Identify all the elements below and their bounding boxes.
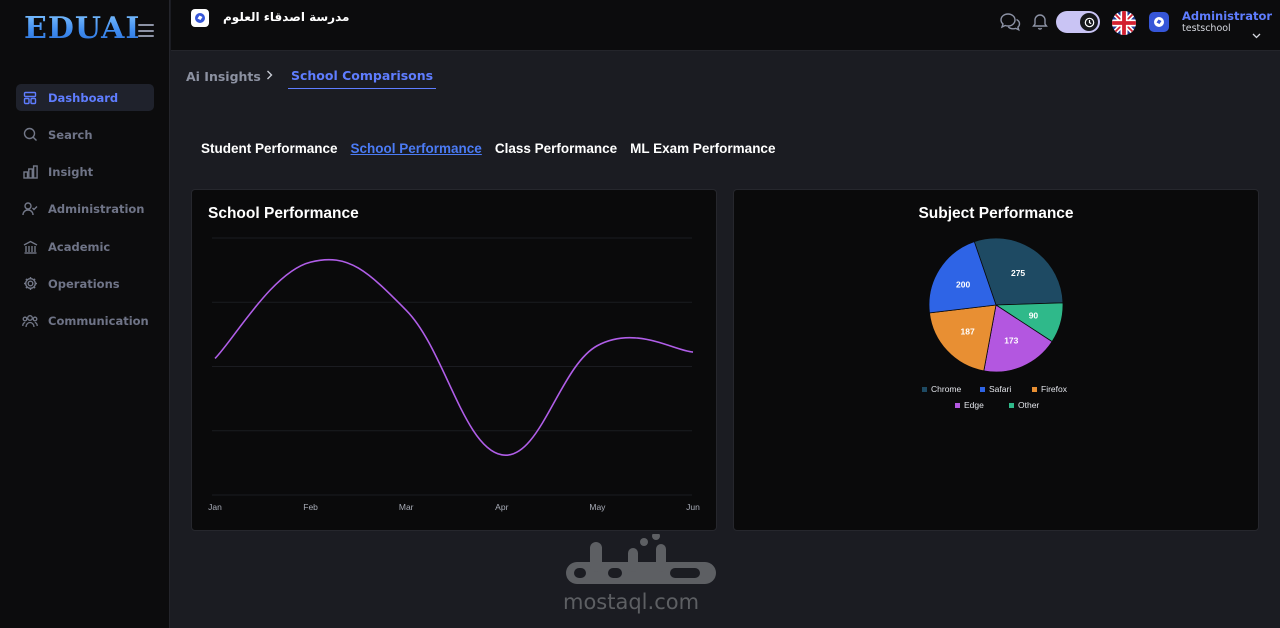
pie-slice-firefox xyxy=(929,304,997,372)
gear-icon xyxy=(22,276,38,292)
sidebar-item-label: Communication xyxy=(48,314,149,329)
people-icon xyxy=(22,313,38,329)
school-performance-card: School Performance Jan Feb Mar Apr May Jun xyxy=(191,189,717,531)
legend-swatch xyxy=(980,387,985,392)
pie-data-label: 173 xyxy=(1004,336,1018,346)
breadcrumb-school-comparisons[interactable]: School Comparisons xyxy=(288,68,437,89)
pie-data-label: 275 xyxy=(1011,268,1025,278)
line-series xyxy=(214,258,694,456)
school-name: مدرسة اصدقاء العلوم xyxy=(223,10,350,24)
moon-icon xyxy=(1080,13,1098,31)
legend-label: Safari xyxy=(989,384,1011,394)
x-tick-label: Feb xyxy=(303,502,318,512)
sidebar-item-communication[interactable]: Communication xyxy=(16,308,154,335)
tab-student-performance[interactable]: Student Performance xyxy=(201,141,338,156)
legend-label: Other xyxy=(1018,400,1039,410)
legend-swatch xyxy=(1009,403,1014,408)
pie-data-label: 90 xyxy=(1029,310,1039,320)
sidebar-item-operations[interactable]: Operations xyxy=(16,270,154,297)
x-tick-label: May xyxy=(589,502,606,512)
subject-performance-chart: 275 90 173 187 200 Chrome Safari Firefox Edge Oth… xyxy=(922,237,1068,410)
breadcrumb-ai-insights[interactable]: Ai Insights xyxy=(186,69,261,84)
uk-flag-icon[interactable] xyxy=(1112,11,1136,35)
pie-data-label: 187 xyxy=(961,327,975,337)
watermark-text: mostaql.com xyxy=(563,590,700,614)
legend-label: Edge xyxy=(964,400,984,410)
user-avatar[interactable] xyxy=(1149,12,1169,32)
school-performance-chart: Jan Feb Mar Apr May Jun xyxy=(208,237,700,512)
sidebar-item-label: Operations xyxy=(48,276,120,291)
x-tick-label: Apr xyxy=(495,502,508,512)
user-role[interactable]: Administrator xyxy=(1182,9,1272,23)
chevron-right-icon xyxy=(266,69,273,83)
performance-tabs: Student Performance School Performance C… xyxy=(201,141,788,156)
legend-label: Firefox xyxy=(1041,384,1068,394)
sidebar-item-label: Search xyxy=(48,127,93,142)
sidebar-item-search[interactable]: Search xyxy=(16,121,154,148)
x-tick-label: Mar xyxy=(399,502,414,512)
sidebar: EDUAI Dashboard Search Insight Administr… xyxy=(0,0,170,628)
tab-school-performance[interactable]: School Performance xyxy=(351,141,482,156)
user-school[interactable]: testschool xyxy=(1182,23,1231,34)
building-icon xyxy=(22,239,38,255)
sidebar-nav: Dashboard Search Insight Administration … xyxy=(16,84,154,345)
sidebar-item-label: Administration xyxy=(48,202,145,217)
sidebar-item-administration[interactable]: Administration xyxy=(16,196,154,223)
x-tick-label: Jan xyxy=(208,502,222,512)
school-logo-icon xyxy=(191,9,209,27)
bell-icon[interactable] xyxy=(1032,12,1048,34)
tab-class-performance[interactable]: Class Performance xyxy=(495,141,617,156)
bar-chart-icon xyxy=(22,164,38,180)
legend-label: Chrome xyxy=(931,384,962,394)
sidebar-item-label: Dashboard xyxy=(48,90,119,105)
legend-swatch xyxy=(922,387,927,392)
legend-swatch xyxy=(955,403,960,408)
app-logo[interactable]: EDUAI xyxy=(24,12,140,46)
sidebar-item-insight[interactable]: Insight xyxy=(16,159,154,186)
chat-icon[interactable] xyxy=(999,12,1021,36)
subject-performance-card: Subject Performance 275 90 173 187 200 Chrome… xyxy=(733,189,1259,531)
dashboard-icon xyxy=(22,90,38,106)
pie-data-label: 200 xyxy=(956,279,970,289)
sidebar-item-label: Academic xyxy=(48,239,111,254)
search-icon xyxy=(22,127,38,143)
sidebar-item-academic[interactable]: Academic xyxy=(16,233,154,260)
tab-ml-exam-performance[interactable]: ML Exam Performance xyxy=(630,141,775,156)
sidebar-item-label: Insight xyxy=(48,165,94,180)
user-check-icon xyxy=(22,201,38,217)
menu-toggle-icon[interactable] xyxy=(138,24,154,37)
x-tick-label: Jun xyxy=(686,502,700,512)
legend-swatch xyxy=(1032,387,1037,392)
logo-text: EDUAI xyxy=(24,11,141,46)
chevron-down-icon[interactable] xyxy=(1252,24,1261,43)
sidebar-item-dashboard[interactable]: Dashboard xyxy=(16,84,154,111)
theme-toggle[interactable] xyxy=(1056,11,1100,33)
topbar: مدرسة اصدقاء العلوم Administrator testsc… xyxy=(171,0,1280,51)
